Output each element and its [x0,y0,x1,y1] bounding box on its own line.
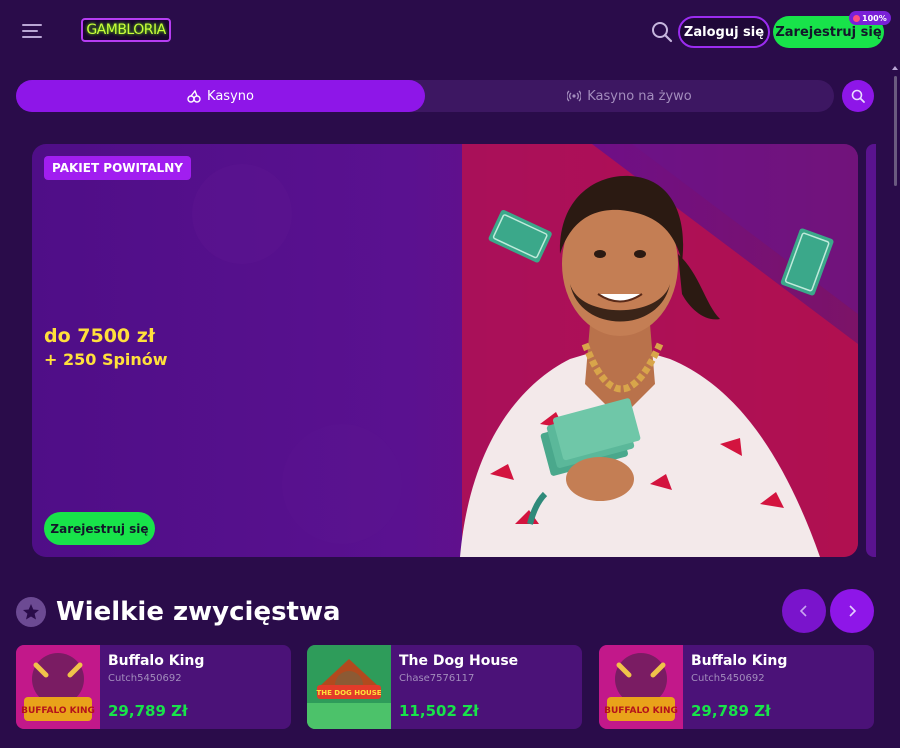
win-username: Cutch5450692 [691,673,765,684]
win-game-name: Buffalo King [691,653,788,669]
scroll-thumb[interactable] [894,76,897,186]
win-username: Chase7576117 [399,673,475,684]
section-title: Wielkie zwycięstwa [56,597,341,627]
bonus-badge: 100% [849,11,891,25]
chevron-right-icon [849,605,857,617]
chevron-left-icon [799,605,807,617]
win-card[interactable]: BUFFALO KING Buffalo King Cutch5450692 2… [599,645,874,729]
search-icon [851,89,865,103]
promo-tag: PAKIET POWITALNY [44,156,191,180]
win-game-name: Buffalo King [108,653,205,669]
thumb-label: BUFFALO KING [604,706,678,716]
character-illustration [460,175,834,557]
tab-live-casino-label: Kasyno na żywo [587,88,692,104]
tab-live-casino[interactable]: Kasyno na żywo [425,80,834,112]
win-amount: 11,502 Zł [399,702,479,720]
game-thumbnail: THE DOG HOUSE [307,645,391,729]
login-button[interactable]: Zaloguj się [678,16,770,48]
search-icon[interactable] [649,19,675,45]
tab-casino[interactable]: Kasyno [16,80,425,112]
game-thumbnail: BUFFALO KING [16,645,100,729]
carousel-next-button[interactable] [830,589,874,633]
promo-amount: do 7500 zł [44,325,155,347]
top-header: GAMBLORIA Zaloguj się Zarejestruj się 10… [0,0,900,64]
cherry-icon [187,89,201,103]
win-card[interactable]: THE DOG HOUSE The Dog House Chase7576117… [307,645,582,729]
live-broadcast-icon [567,90,582,102]
menu-icon[interactable] [22,24,42,40]
carousel-prev-button[interactable] [782,589,826,633]
win-amount: 29,789 Zł [108,702,188,720]
win-card[interactable]: BUFFALO KING Buffalo King Cutch5450692 2… [16,645,291,729]
thumb-label: THE DOG HOUSE [316,689,381,697]
gift-icon [853,14,860,22]
tab-casino-label: Kasyno [207,88,254,104]
site-logo[interactable]: GAMBLORIA [81,18,171,42]
banner-register-button[interactable]: Zarejestruj się [44,512,155,545]
category-tabs: Kasyno Kasyno na żywo [16,80,834,112]
promo-spins: + 250 Spinów [44,350,168,369]
game-search-button[interactable] [842,80,874,112]
next-banner-peek[interactable] [866,144,876,557]
star-icon [16,597,46,627]
win-amount: 29,789 Zł [691,702,771,720]
big-wins-header: Wielkie zwycięstwa [16,592,341,632]
win-username: Cutch5450692 [108,673,182,684]
game-thumbnail: BUFFALO KING [599,645,683,729]
badge-text: 100% [862,13,887,23]
win-game-name: The Dog House [399,653,519,669]
scroll-up-arrow[interactable] [892,66,898,70]
thumb-label: BUFFALO KING [21,706,95,716]
page-scrollbar[interactable] [891,64,900,748]
